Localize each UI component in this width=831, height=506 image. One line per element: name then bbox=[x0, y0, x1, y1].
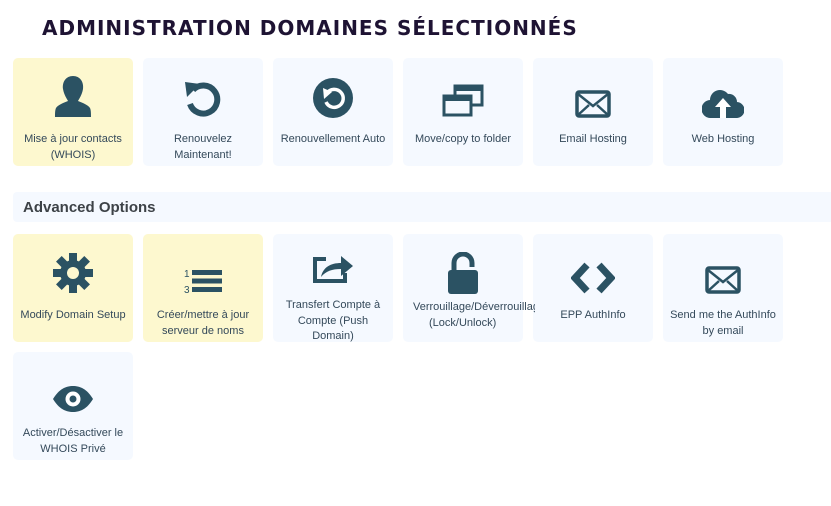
action-label: Email Hosting bbox=[559, 133, 627, 145]
action-label: Web Hosting bbox=[691, 133, 755, 145]
code-icon bbox=[571, 250, 615, 294]
gear-icon bbox=[52, 250, 94, 294]
svg-text:1: 1 bbox=[184, 269, 190, 280]
user-icon bbox=[53, 74, 93, 118]
share-icon bbox=[312, 250, 354, 284]
action-label: Activer/Désactiver le WHOIS Privé bbox=[22, 427, 124, 455]
advanced-options-header: Advanced Options bbox=[13, 192, 831, 222]
action-label: Move/copy to folder bbox=[415, 133, 511, 145]
action-label: Créer/mettre à jour serveur de noms bbox=[156, 309, 250, 337]
ordered-list-icon: 13 bbox=[184, 250, 222, 294]
action-auto-renew[interactable]: Renouvellement Auto bbox=[273, 58, 393, 166]
advanced-actions-grid: Modify Domain Setup 13 Créer/mettre à jo… bbox=[13, 234, 831, 460]
auto-renew-icon bbox=[313, 74, 353, 118]
action-update-contacts[interactable]: Mise à jour contacts (WHOIS) bbox=[13, 58, 133, 166]
action-nameservers[interactable]: 13 Créer/mettre à jour serveur de noms bbox=[143, 234, 263, 342]
action-push-domain[interactable]: Transfert Compte à Compte (Push Domain) bbox=[273, 234, 393, 342]
envelope-icon bbox=[575, 74, 611, 118]
action-move-copy-folder[interactable]: Move/copy to folder bbox=[403, 58, 523, 166]
action-lock-unlock[interactable] bbox=[403, 234, 523, 342]
action-modify-domain-setup[interactable]: Modify Domain Setup bbox=[13, 234, 133, 342]
action-whois-privacy[interactable]: Activer/Désactiver le WHOIS Privé bbox=[13, 352, 133, 460]
action-label: Renouvellement Auto bbox=[280, 133, 386, 145]
windows-icon bbox=[442, 74, 484, 118]
action-label: Modify Domain Setup bbox=[20, 309, 126, 321]
domain-actions-grid: Mise à jour contacts (WHOIS) Renouvelez … bbox=[13, 58, 831, 166]
action-send-authinfo-email[interactable]: Send me the AuthInfo by email bbox=[663, 234, 783, 342]
action-label: Renouvelez Maintenant! bbox=[173, 133, 233, 161]
unlock-icon bbox=[447, 250, 479, 294]
page-title: ADMINISTRATION DOMAINES SÉLECTIONNÉS bbox=[42, 16, 578, 40]
advanced-options-title: Advanced Options bbox=[23, 199, 156, 216]
action-label: EPP AuthInfo bbox=[560, 309, 626, 321]
action-epp-authinfo[interactable]: EPP AuthInfo bbox=[533, 234, 653, 342]
envelope-icon bbox=[705, 250, 741, 294]
undo-icon bbox=[184, 74, 222, 118]
action-label: Send me the AuthInfo by email bbox=[670, 309, 776, 337]
action-web-hosting[interactable]: Web Hosting bbox=[663, 58, 783, 166]
action-label: Transfert Compte à Compte (Push Domain) bbox=[285, 299, 381, 342]
action-label: Mise à jour contacts (WHOIS) bbox=[24, 133, 122, 161]
eye-icon bbox=[53, 368, 93, 412]
svg-text:3: 3 bbox=[184, 285, 190, 294]
cloud-upload-icon bbox=[702, 74, 744, 118]
action-email-hosting[interactable]: Email Hosting bbox=[533, 58, 653, 166]
action-renew-now[interactable]: Renouvelez Maintenant! bbox=[143, 58, 263, 166]
